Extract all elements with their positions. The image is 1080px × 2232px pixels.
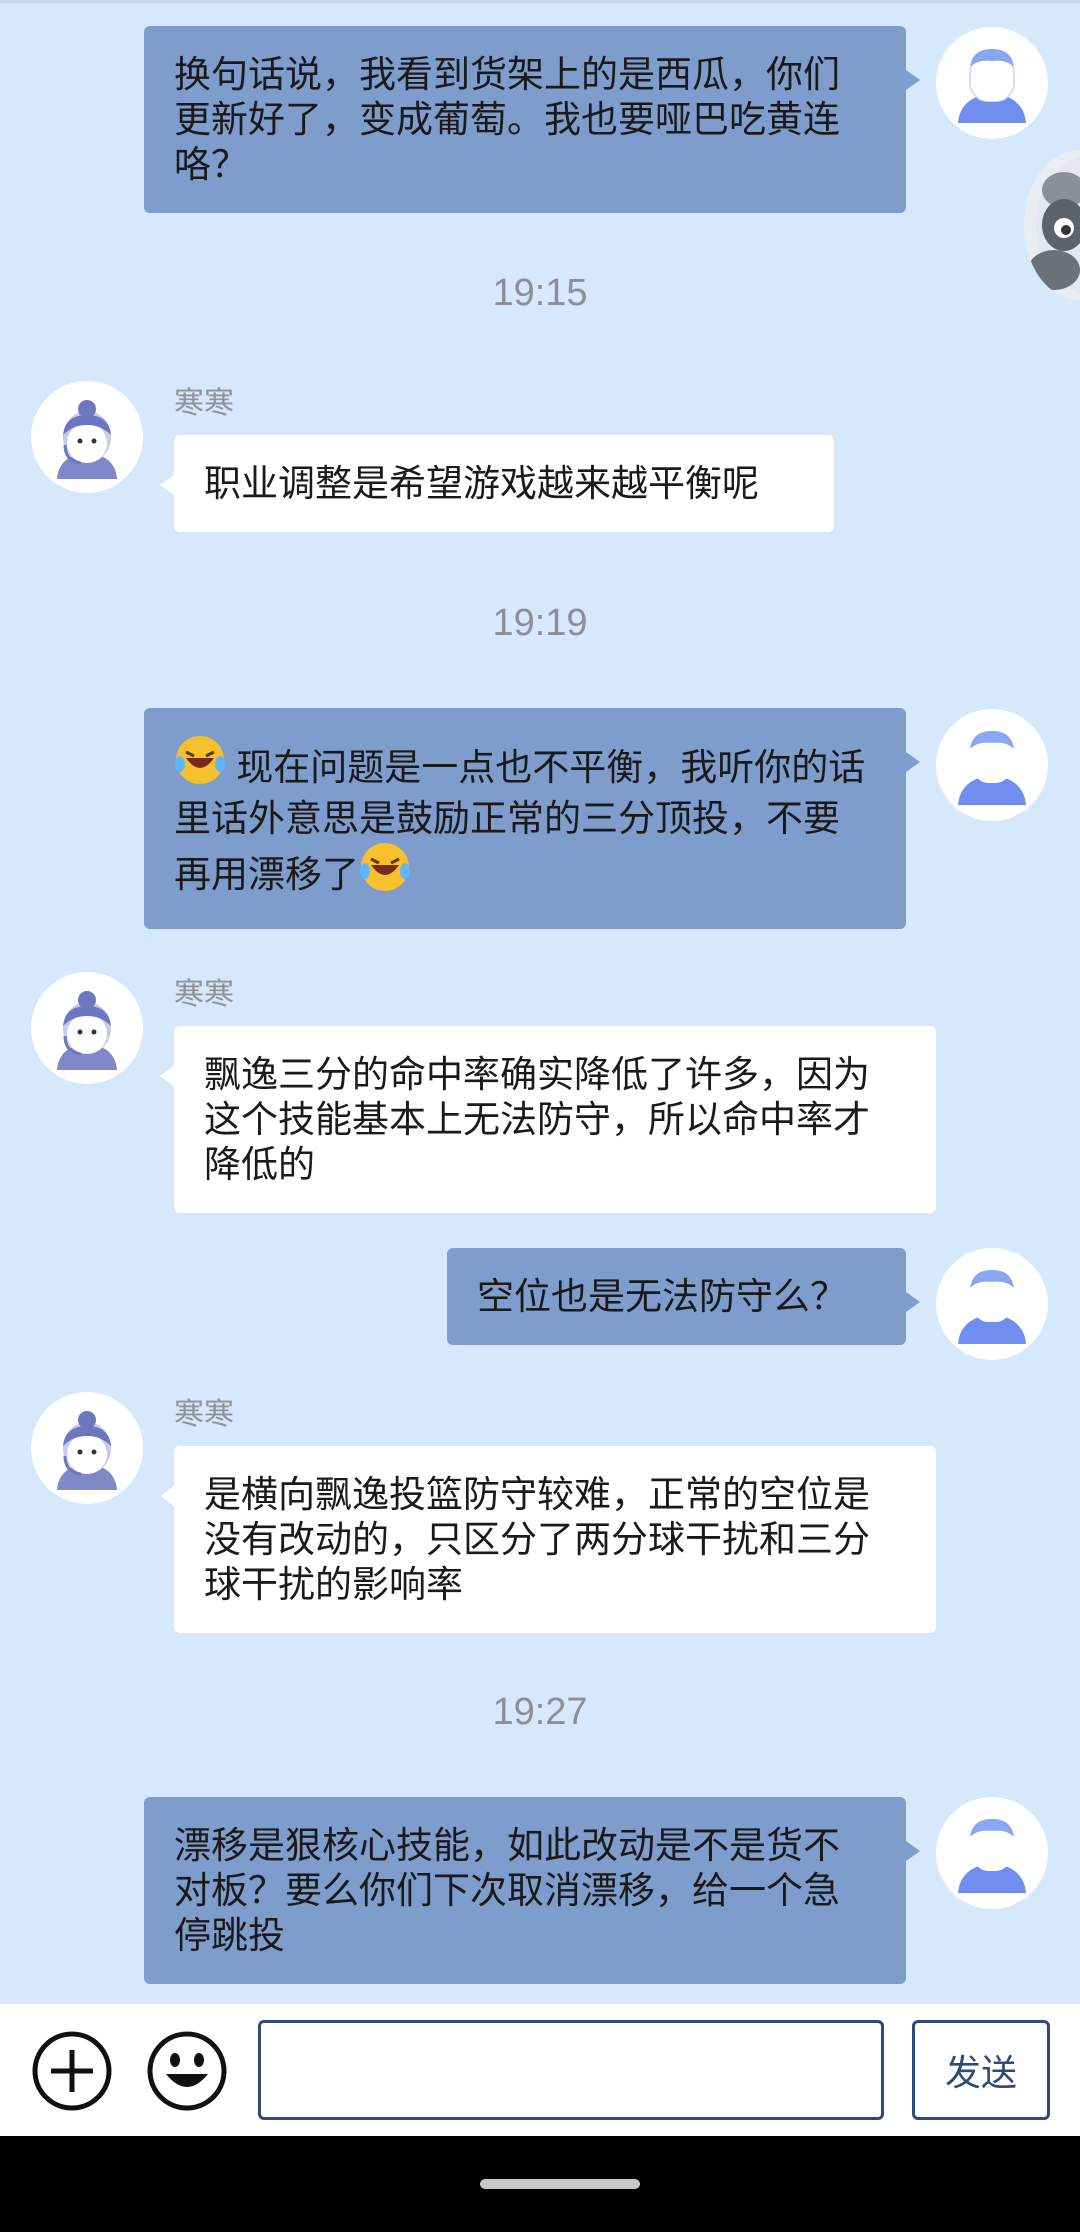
message-text: 飘逸三分的命中率确实降低了许多，因为这个技能基本上无法防守，所以命中率才降低的 bbox=[204, 1054, 870, 1185]
timestamp: 19:15 bbox=[492, 272, 588, 314]
input-bar: 发送 bbox=[0, 2004, 1080, 2136]
laughing-crying-emoji-icon bbox=[174, 734, 226, 796]
laughing-crying-emoji-icon bbox=[359, 841, 411, 903]
user-avatar-icon[interactable] bbox=[936, 1797, 1048, 1909]
chat-area[interactable]: 换句话说，我看到货架上的是西瓜，你们更新好了，变成葡萄。我也要哑巴吃黄连咯？ 1… bbox=[0, 0, 1080, 2004]
add-circle-icon[interactable] bbox=[31, 2030, 113, 2112]
agent-avatar-icon[interactable] bbox=[31, 972, 143, 1084]
user-avatar-icon[interactable] bbox=[936, 27, 1048, 139]
agent-message-bubble[interactable]: 职业调整是希望游戏越来越平衡呢 bbox=[160, 435, 834, 532]
my-message-bubble[interactable]: 漂移是狠核心技能，如此改动是不是货不对板？要么你们下次取消漂移，给一个急停跳投 bbox=[144, 1797, 920, 1984]
timestamp: 19:19 bbox=[492, 602, 588, 644]
agent-message-bubble[interactable]: 飘逸三分的命中率确实降低了许多，因为这个技能基本上无法防守，所以命中率才降低的 bbox=[160, 1026, 936, 1213]
my-message-bubble[interactable]: 空位也是无法防守么？ bbox=[447, 1248, 920, 1345]
my-message-bubble[interactable]: 换句话说，我看到货架上的是西瓜，你们更新好了，变成葡萄。我也要哑巴吃黄连咯？ bbox=[144, 26, 920, 213]
my-message-bubble[interactable]: 现在问题是一点也不平衡，我听你的话里话外意思是鼓励正常的三分顶投，不要再用漂移了 bbox=[144, 708, 920, 929]
agent-name: 寒寒 bbox=[174, 1398, 234, 1431]
agent-avatar-icon[interactable] bbox=[31, 1392, 143, 1504]
agent-name: 寒寒 bbox=[174, 387, 234, 420]
message-input[interactable] bbox=[258, 2020, 884, 2120]
system-navigation-bar bbox=[0, 2136, 1080, 2232]
message-text: 换句话说，我看到货架上的是西瓜，你们更新好了，变成葡萄。我也要哑巴吃黄连咯？ bbox=[174, 54, 840, 185]
send-button[interactable]: 发送 bbox=[912, 2020, 1050, 2120]
smiley-icon[interactable] bbox=[146, 2030, 228, 2112]
user-avatar-icon[interactable] bbox=[936, 1248, 1048, 1360]
agent-name: 寒寒 bbox=[174, 978, 234, 1011]
agent-message-bubble[interactable]: 是横向飘逸投篮防守较难，正常的空位是没有改动的，只区分了两分球干扰和三分球干扰的… bbox=[160, 1446, 936, 1633]
user-avatar-icon[interactable] bbox=[936, 709, 1048, 821]
home-gesture-handle[interactable] bbox=[480, 2179, 640, 2189]
timestamp: 19:27 bbox=[492, 1691, 588, 1733]
message-text: 空位也是无法防守么？ bbox=[477, 1276, 847, 1317]
message-text: 是横向飘逸投篮防守较难，正常的空位是没有改动的，只区分了两分球干扰和三分球干扰的… bbox=[204, 1474, 870, 1605]
message-text: 现在问题是一点也不平衡，我听你的话里话外意思是鼓励正常的三分顶投，不要再用漂移了 bbox=[174, 747, 866, 895]
message-text: 职业调整是希望游戏越来越平衡呢 bbox=[204, 463, 759, 504]
message-text: 漂移是狠核心技能，如此改动是不是货不对板？要么你们下次取消漂移，给一个急停跳投 bbox=[174, 1825, 840, 1956]
agent-avatar-icon[interactable] bbox=[31, 381, 143, 493]
